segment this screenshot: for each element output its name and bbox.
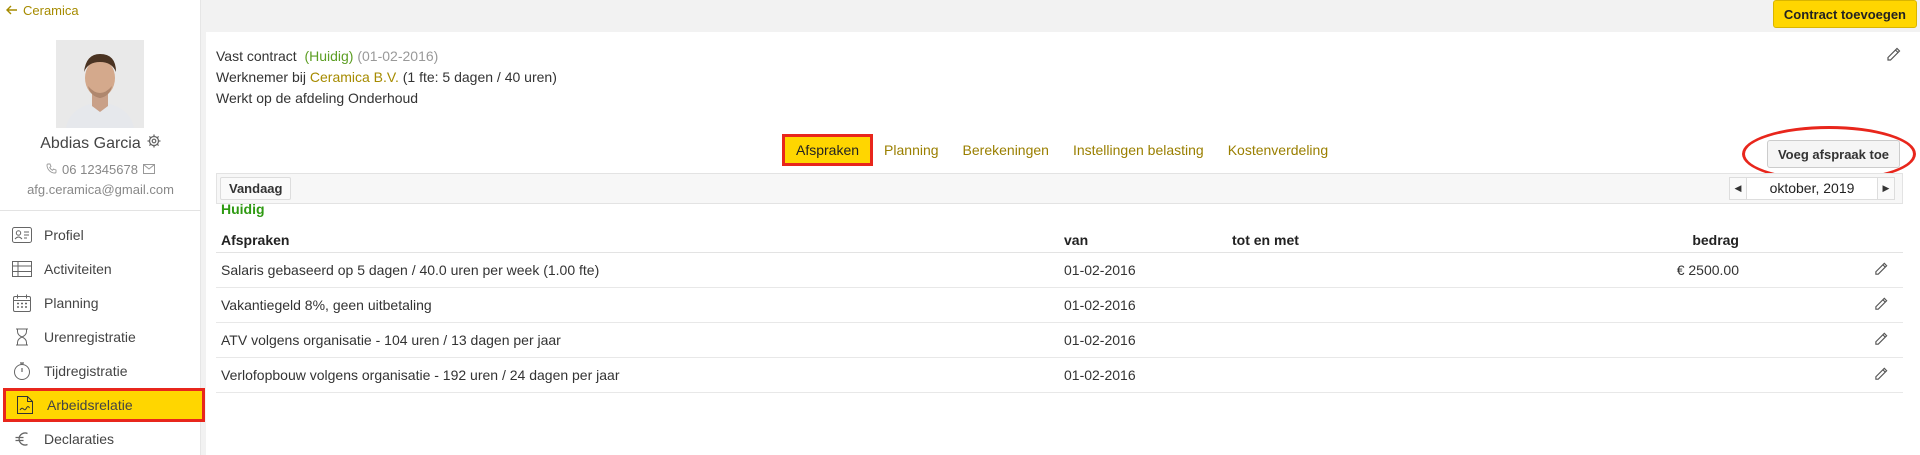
- tab-kostenverdeling[interactable]: Kostenverdeling: [1216, 136, 1340, 164]
- contract-type: Vast contract: [216, 48, 297, 64]
- pencil-icon[interactable]: [1874, 296, 1889, 314]
- pencil-icon[interactable]: [1874, 366, 1889, 384]
- tab-instellingen-belasting[interactable]: Instellingen belasting: [1061, 136, 1216, 164]
- hourglass-icon: [12, 327, 32, 347]
- cell-amount: € 2500.00: [1477, 252, 1744, 288]
- employer-link[interactable]: Ceramica B.V.: [310, 69, 399, 85]
- id-card-icon: [12, 225, 32, 245]
- pencil-icon[interactable]: [1874, 331, 1889, 349]
- cell-from: 01-02-2016: [1059, 287, 1227, 323]
- contract-info: Vast contract (Huidig) (01-02-2016) Werk…: [216, 46, 557, 109]
- sidebar-item-label: Declaraties: [44, 431, 115, 447]
- avatar: [56, 40, 144, 128]
- cell-amount: [1477, 287, 1744, 323]
- sidebar-item-urenregistratie[interactable]: Urenregistratie: [0, 320, 201, 354]
- pencil-icon[interactable]: [1874, 261, 1889, 279]
- cell-description: Verlofopbouw volgens organisatie - 192 u…: [216, 357, 1059, 393]
- table-row: Vakantiegeld 8%, geen uitbetaling 01-02-…: [216, 287, 1903, 323]
- user-contact: 06 12345678: [0, 162, 201, 177]
- cell-from: 01-02-2016: [1059, 252, 1227, 288]
- user-email: afg.ceramica@gmail.com: [27, 182, 174, 197]
- header-van: van: [1059, 228, 1227, 253]
- sidebar-item-label: Urenregistratie: [44, 329, 136, 345]
- sidebar-item-label: Arbeidsrelatie: [47, 397, 133, 413]
- agreements-table: Afspraken van tot en met bedrag Salaris …: [216, 228, 1903, 393]
- contract-start-date: (01-02-2016): [357, 48, 439, 64]
- contract-title-line: Vast contract (Huidig) (01-02-2016): [216, 46, 557, 67]
- arrow-left-icon: [6, 3, 18, 18]
- header-afspraken: Afspraken: [216, 228, 1059, 253]
- sidebar-item-label: Activiteiten: [44, 261, 112, 277]
- cell-to: [1227, 287, 1477, 323]
- cell-from: 01-02-2016: [1059, 322, 1227, 358]
- euro-icon: [12, 429, 32, 449]
- employer-line: Werknemer bij Ceramica B.V. (1 fte: 5 da…: [216, 67, 557, 88]
- sidebar-item-label: Tijdregistratie: [44, 363, 128, 379]
- add-contract-button[interactable]: Contract toevoegen: [1772, 0, 1917, 28]
- table-row: Verlofopbouw volgens organisatie - 192 u…: [216, 357, 1903, 393]
- cell-description: ATV volgens organisatie - 104 uren / 13 …: [216, 322, 1059, 358]
- header-actions: [1744, 228, 1903, 253]
- section-current-label: Huidig: [221, 201, 265, 217]
- sidebar-item-planning[interactable]: Planning: [0, 286, 201, 320]
- sidebar-nav: Profiel Activiteiten Planning Urenregist…: [0, 218, 205, 455]
- month-label: oktober, 2019: [1747, 177, 1877, 200]
- header-bedrag: bedrag: [1477, 228, 1744, 253]
- sidebar-item-label: Planning: [44, 295, 99, 311]
- divider: [0, 210, 201, 211]
- back-link[interactable]: Ceramica: [6, 3, 79, 18]
- phone-number: 06 12345678: [62, 162, 138, 177]
- phone-icon[interactable]: [46, 162, 57, 177]
- table-row: ATV volgens organisatie - 104 uren / 13 …: [216, 322, 1903, 358]
- cell-to: [1227, 357, 1477, 393]
- stopwatch-icon: [12, 361, 32, 381]
- gear-icon[interactable]: [147, 134, 161, 153]
- back-link-label: Ceramica: [23, 3, 79, 18]
- cell-amount: [1477, 322, 1744, 358]
- cell-from: 01-02-2016: [1059, 357, 1227, 393]
- tab-berekeningen[interactable]: Berekeningen: [951, 136, 1061, 164]
- user-name: Abdias Garcia: [0, 134, 201, 153]
- month-navigator: ◀ oktober, 2019 ▶: [1729, 177, 1895, 200]
- cell-to: [1227, 322, 1477, 358]
- add-appointment-button[interactable]: Voeg afspraak toe: [1766, 140, 1900, 168]
- tab-bar: Afspraken Planning Berekeningen Instelli…: [781, 134, 1340, 166]
- date-toolbar: Vandaag ◀ oktober, 2019 ▶: [216, 173, 1903, 204]
- prev-month-icon[interactable]: ◀: [1729, 177, 1747, 200]
- sidebar: Ceramica Abdias Garcia 06 12345678 afg.c…: [0, 0, 205, 455]
- cell-to: [1227, 252, 1477, 288]
- header-tot-en-met: tot en met: [1227, 228, 1477, 253]
- envelope-icon[interactable]: [142, 162, 155, 177]
- sidebar-item-label: Profiel: [44, 227, 84, 243]
- contract-card: Vast contract (Huidig) (01-02-2016) Werk…: [206, 32, 1920, 455]
- contract-status: (Huidig): [304, 48, 354, 64]
- employer-prefix: Werknemer bij: [216, 69, 306, 85]
- sidebar-item-arbeidsrelatie[interactable]: Arbeidsrelatie: [3, 388, 205, 422]
- next-month-icon[interactable]: ▶: [1877, 177, 1895, 200]
- department-line: Werkt op de afdeling Onderhoud: [216, 90, 419, 106]
- sidebar-item-activiteiten[interactable]: Activiteiten: [0, 252, 201, 286]
- sidebar-item-declaraties[interactable]: Declaraties: [0, 422, 201, 455]
- sidebar-item-tijdregistratie[interactable]: Tijdregistratie: [0, 354, 201, 388]
- cell-description: Vakantiegeld 8%, geen uitbetaling: [216, 287, 1059, 323]
- tab-planning[interactable]: Planning: [872, 136, 951, 164]
- today-button[interactable]: Vandaag: [220, 177, 292, 200]
- pencil-icon[interactable]: [1886, 46, 1902, 65]
- user-name-text: Abdias Garcia: [40, 134, 141, 152]
- contract-icon: [15, 395, 35, 415]
- table-header-row: Afspraken van tot en met bedrag: [216, 228, 1903, 253]
- table-icon: [12, 259, 32, 279]
- fte-info: (1 fte: 5 dagen / 40 uren): [402, 69, 557, 85]
- sidebar-item-profiel[interactable]: Profiel: [0, 218, 201, 252]
- cell-amount: [1477, 357, 1744, 393]
- cell-description: Salaris gebaseerd op 5 dagen / 40.0 uren…: [216, 252, 1059, 288]
- tab-afspraken[interactable]: Afspraken: [781, 134, 874, 166]
- table-row: Salaris gebaseerd op 5 dagen / 40.0 uren…: [216, 252, 1903, 288]
- calendar-icon: [12, 293, 32, 313]
